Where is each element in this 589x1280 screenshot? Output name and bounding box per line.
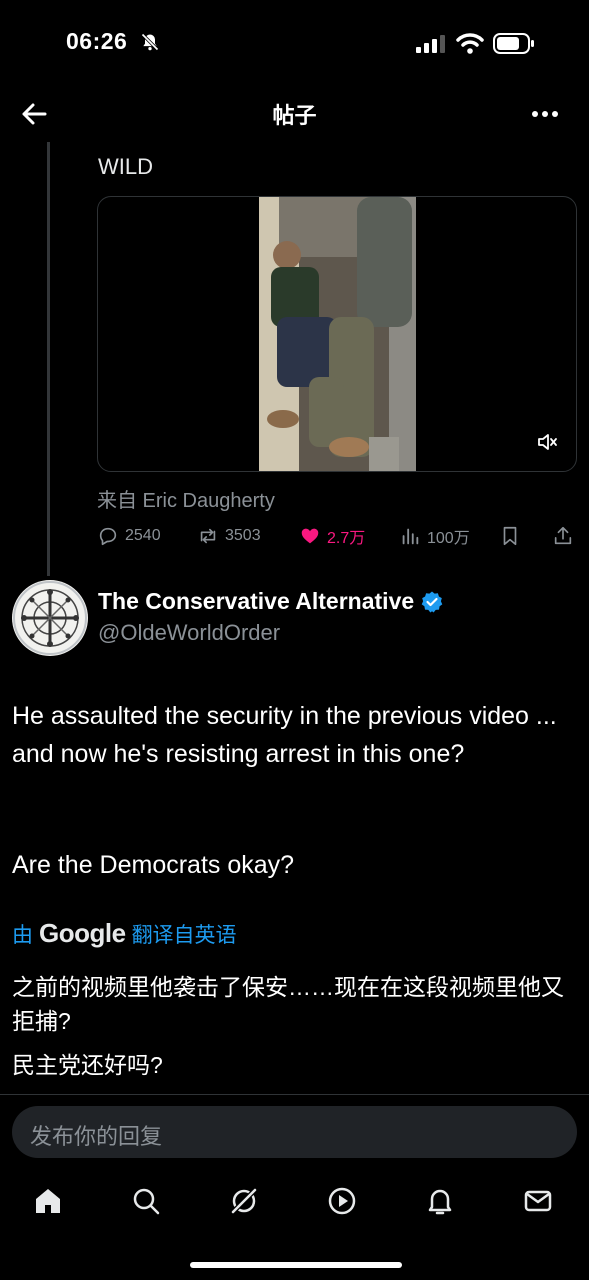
mute-icon[interactable] — [536, 431, 558, 453]
author-handle[interactable]: @OldeWorldOrder — [98, 620, 280, 646]
home-indicator[interactable] — [190, 1262, 402, 1268]
video-icon — [328, 1187, 356, 1215]
post-body-paragraph-2: Are the Democrats okay? — [12, 851, 295, 879]
tab-notifications[interactable] — [423, 1184, 457, 1218]
reply-divider — [0, 1094, 589, 1095]
parent-post-text: WILD — [98, 154, 153, 179]
author-display-name: The Conservative Alternative — [98, 588, 415, 614]
reply-count: 2540 — [125, 527, 161, 544]
battery-icon — [493, 33, 534, 54]
home-icon — [36, 1189, 60, 1213]
bottom-tab-bar — [0, 1176, 589, 1232]
repost-count: 3503 — [225, 527, 261, 544]
status-bar: 06:26 — [0, 0, 589, 88]
post-body-paragraph-1: He assaulted the security in the previou… — [12, 702, 557, 768]
reply-input[interactable]: 发布你的回复 — [12, 1106, 577, 1158]
tab-messages[interactable] — [521, 1184, 555, 1218]
share-button[interactable] — [552, 522, 574, 550]
verified-icon — [421, 591, 443, 612]
google-logo-text: Google — [39, 918, 126, 948]
reply-icon — [99, 527, 117, 546]
share-icon — [554, 526, 572, 545]
views-button[interactable]: 100万 — [399, 522, 470, 550]
reply-button[interactable]: 2540 — [97, 522, 161, 550]
avatar-emblem-icon — [13, 581, 87, 655]
author-avatar[interactable] — [12, 580, 88, 656]
translated-paragraph-1: 之前的视频里他袭击了保安……现在在这段视频里他又拒捕? — [12, 974, 564, 1034]
translation-attribution[interactable]: 由 Google 翻译自英语 — [12, 918, 237, 949]
repost-button[interactable]: 3503 — [197, 522, 261, 550]
page-title: 帖子 — [272, 103, 317, 128]
tab-grok[interactable] — [227, 1184, 261, 1218]
video-player[interactable] — [97, 196, 577, 472]
messages-icon — [524, 1190, 552, 1212]
author-name[interactable]: The Conservative Alternative — [98, 588, 444, 615]
bookmark-icon — [503, 526, 517, 546]
status-time: 06:26 — [66, 28, 128, 54]
video-source-attribution[interactable]: 来自 Eric Daugherty — [97, 484, 275, 513]
tab-home[interactable] — [31, 1184, 65, 1218]
translated-paragraph-2: 民主党还好吗? — [12, 1052, 163, 1078]
tab-search[interactable] — [129, 1184, 163, 1218]
thread-connector-line — [47, 142, 50, 576]
more-icon[interactable] — [530, 100, 560, 128]
grok-icon — [230, 1187, 258, 1215]
video-scene-illustration — [259, 197, 416, 471]
repost-icon — [200, 528, 216, 544]
cellular-signal-icon — [416, 35, 445, 53]
translate-prefix: 由 — [12, 923, 33, 947]
translate-suffix: 翻译自英语 — [131, 923, 237, 947]
search-icon — [133, 1188, 160, 1215]
bell-slash-icon — [141, 33, 159, 51]
views-icon — [402, 528, 419, 545]
video-thumbnail[interactable] — [259, 197, 416, 471]
views-count: 100万 — [427, 530, 470, 547]
like-button[interactable]: 2.7万 — [299, 522, 365, 550]
top-header: 帖子 — [0, 88, 589, 140]
parent-post-actions: 2540 3503 2.7万 100万 — [97, 522, 577, 550]
wifi-icon — [456, 33, 484, 54]
like-icon — [301, 528, 319, 544]
reply-placeholder: 发布你的回复 — [30, 1124, 163, 1149]
notifications-icon — [428, 1189, 452, 1215]
like-count: 2.7万 — [327, 530, 366, 547]
bookmark-button[interactable] — [499, 522, 521, 550]
tab-video[interactable] — [325, 1184, 359, 1218]
